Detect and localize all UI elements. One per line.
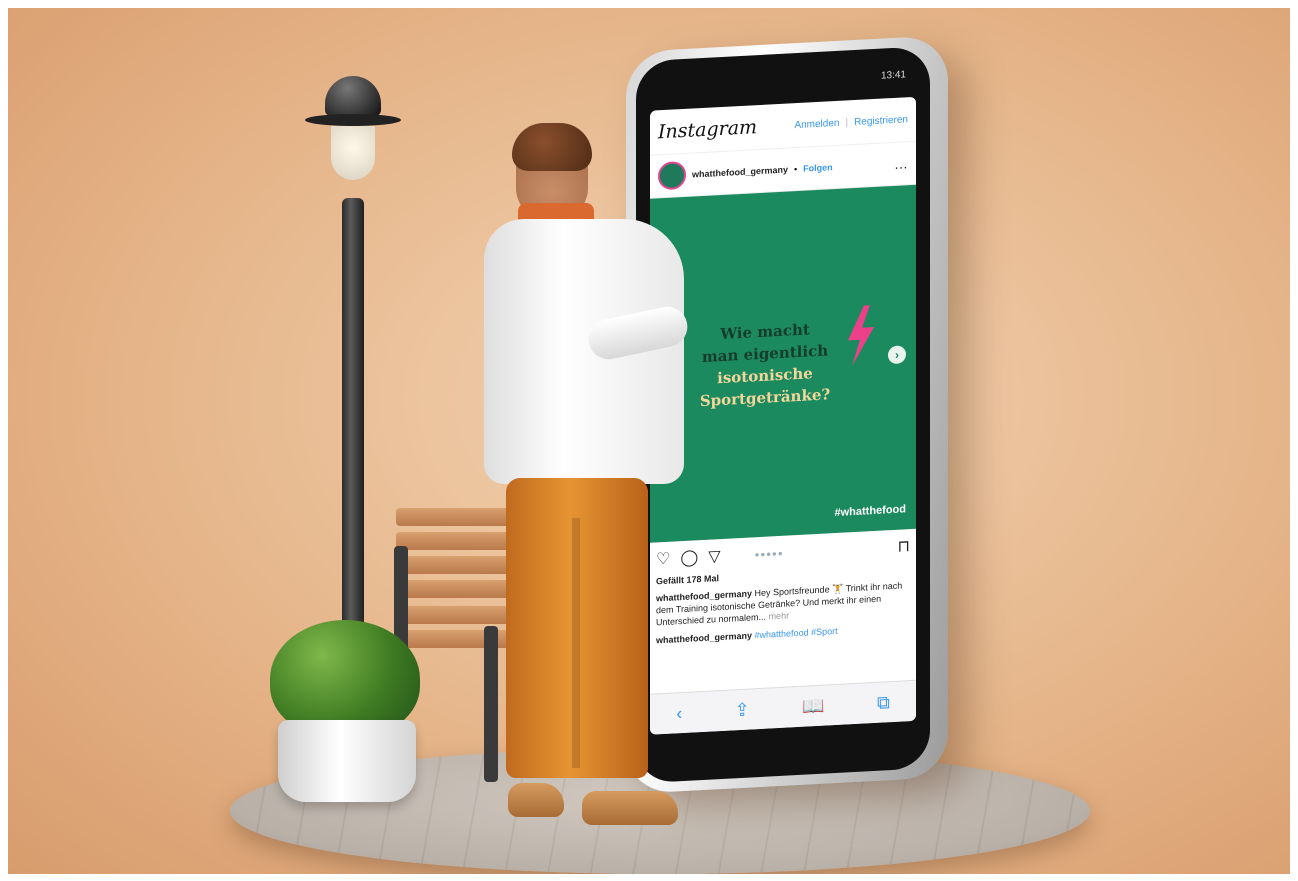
login-link[interactable]: Anmelden	[794, 117, 839, 130]
dot-separator: •	[794, 164, 798, 175]
man-hair	[512, 123, 592, 171]
auth-separator: |	[845, 116, 849, 128]
more-options-icon[interactable]: …	[894, 155, 908, 172]
man-shoe-left	[508, 783, 564, 817]
lamp-glass	[331, 126, 375, 180]
status-time: 13:41	[880, 68, 906, 82]
tabs-icon[interactable]: ⧉	[877, 692, 890, 714]
post-headline: Wie macht man eigentlich isotonische Spo…	[690, 317, 840, 413]
lamp-cap	[325, 76, 381, 116]
share-icon[interactable]: ▽	[708, 546, 720, 567]
bookmarks-icon[interactable]: 📖	[802, 695, 824, 717]
register-link[interactable]: Registrieren	[854, 114, 908, 128]
man-pants	[506, 478, 648, 778]
carousel-dots: ●●●●●	[754, 548, 784, 559]
status-bar: 13:41	[881, 58, 926, 90]
street-lamp-head	[305, 68, 401, 188]
share-sheet-icon[interactable]: ⇪	[735, 699, 750, 721]
next-slide-icon[interactable]: ›	[888, 345, 906, 365]
post-hashtag: #whatthefood	[834, 503, 907, 520]
auth-links: Anmelden | Registrieren	[794, 114, 908, 131]
follow-button[interactable]: Folgen	[803, 162, 833, 174]
comment-tags[interactable]: #whatthefood #Sport	[755, 626, 838, 640]
street-lamp-pole	[342, 198, 364, 628]
man-figure	[478, 123, 698, 833]
lightning-bolt-icon	[848, 305, 874, 367]
lamp-brim	[305, 114, 401, 126]
bookmark-icon[interactable]: ⊓	[898, 536, 910, 557]
author-username[interactable]: whatthefood_germany	[692, 165, 788, 180]
man-shirt	[484, 219, 684, 484]
plant-pot	[278, 720, 416, 802]
man-shoe-right	[582, 791, 678, 825]
scene-background: Instagram Anmelden | Registrieren whatth…	[8, 8, 1290, 874]
caption-more-link[interactable]: mehr	[769, 610, 790, 621]
